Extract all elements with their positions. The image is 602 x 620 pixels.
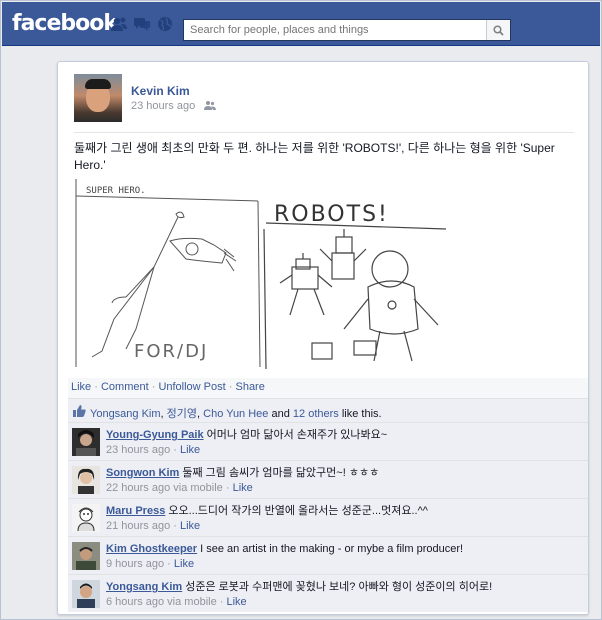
commenter-name[interactable]: Yongsang Kim: [106, 581, 182, 593]
post-card: Kevin Kim 23 hours ago 둘째가 그린 생애 최초의 만화 …: [57, 61, 589, 615]
likes-and-text: and: [271, 408, 290, 420]
comment-via: via mobile: [167, 596, 217, 608]
commenter-avatar[interactable]: [72, 542, 100, 570]
comment-like-link[interactable]: Like: [233, 482, 253, 494]
thumbs-up-icon: [73, 405, 86, 417]
top-bar: facebook: [2, 2, 600, 46]
comment-body: Young-Gyung Paik 어머나 엄마 닮아서 손재주가 있나봐요~ 2…: [106, 429, 388, 456]
comment-text: 오오...드디어 작가의 반열에 올라서는 성준군...멋져요..^^: [168, 505, 428, 517]
comment-body: Songwon Kim 둘째 그림 솜씨가 엄마를 닮았구먼~! ㅎㅎㅎ 22 …: [106, 467, 380, 494]
search-bar: [183, 19, 511, 41]
comment-text: 둘째 그림 솜씨가 엄마를 닮았구먼~! ㅎㅎㅎ: [182, 467, 380, 479]
page-frame: facebook Kevin Kim 23 hours ago 둘째가 그린 생…: [0, 0, 602, 620]
drawing-label-footer: FOR/DJ: [134, 341, 208, 362]
commenter-name[interactable]: Kim Ghostkeeper: [106, 543, 197, 555]
comment-like-link[interactable]: Like: [180, 444, 200, 456]
comment-body: Yongsang Kim 성준은 로봇과 수퍼맨에 꽂혔나 보네? 아빠와 형이…: [106, 581, 493, 608]
drawing-label-superhero: SUPER HERO.: [86, 186, 146, 196]
search-button[interactable]: [486, 20, 510, 40]
comment-body: Maru Press 오오...드디어 작가의 반열에 올라서는 성준군...멋…: [106, 505, 428, 532]
liker-name[interactable]: Cho Yun Hee: [203, 408, 268, 420]
comment-time[interactable]: 22 hours ago: [106, 482, 170, 494]
commenter-avatar[interactable]: [72, 580, 100, 608]
comment-item: Yongsang Kim 성준은 로봇과 수퍼맨에 꽂혔나 보네? 아빠와 형이…: [68, 574, 588, 612]
drawing-illustration: SUPER HERO. FOR/DJ ROBOTS!: [74, 179, 448, 371]
others-liked-link[interactable]: 12 others: [293, 408, 339, 420]
author-avatar[interactable]: [74, 74, 122, 122]
post-photo[interactable]: SUPER HERO. FOR/DJ ROBOTS!: [74, 179, 448, 371]
comment-item: Kim Ghostkeeper I see an artist in the m…: [68, 536, 588, 574]
commenter-name[interactable]: Maru Press: [106, 505, 165, 517]
feedback-section: Yongsang Kim, 정기영, Cho Yun Hee and 12 ot…: [68, 398, 588, 612]
comment-like-link[interactable]: Like: [180, 520, 200, 532]
comment-like-link[interactable]: Like: [226, 596, 246, 608]
post-message: 둘째가 그린 생애 최초의 만화 두 편. 하나는 저를 위한 'ROBOTS!…: [74, 141, 555, 172]
post-actions: Like · Comment · Unfollow Post · Share: [68, 378, 588, 398]
commenter-avatar[interactable]: [72, 504, 100, 532]
likes-suffix: like this.: [341, 408, 382, 420]
comment-like-link[interactable]: Like: [174, 558, 194, 570]
comment-time[interactable]: 23 hours ago: [106, 444, 170, 456]
author-name[interactable]: Kevin Kim: [131, 84, 190, 98]
commenter-avatar[interactable]: [72, 466, 100, 494]
comment-time[interactable]: 21 hours ago: [106, 520, 170, 532]
comment-text: 어머나 엄마 닮아서 손재주가 있나봐요~: [206, 429, 388, 441]
likes-summary: Yongsang Kim, 정기영, Cho Yun Hee and 12 ot…: [68, 398, 588, 422]
comment-link[interactable]: Comment: [101, 381, 149, 393]
audience-friends-icon[interactable]: [204, 100, 216, 111]
share-link[interactable]: Share: [235, 381, 264, 393]
search-icon: [493, 24, 504, 36]
commenter-name[interactable]: Young-Gyung Paik: [106, 429, 204, 441]
like-link[interactable]: Like: [71, 381, 91, 393]
divider: [74, 132, 574, 133]
drawing-label-robots: ROBOTS!: [274, 202, 389, 227]
liker-name[interactable]: Yongsang Kim: [90, 408, 161, 420]
post-timestamp[interactable]: 23 hours ago: [131, 100, 195, 112]
comment-item: Songwon Kim 둘째 그림 솜씨가 엄마를 닮았구먼~! ㅎㅎㅎ 22 …: [68, 460, 588, 498]
comment-item: Young-Gyung Paik 어머나 엄마 닮아서 손재주가 있나봐요~ 2…: [68, 422, 588, 460]
comment-item: Maru Press 오오...드디어 작가의 반열에 올라서는 성준군...멋…: [68, 498, 588, 536]
comment-text: 성준은 로봇과 수퍼맨에 꽂혔나 보네? 아빠와 형이 성준이의 히어로!: [185, 581, 493, 593]
comment-via: via mobile: [173, 482, 223, 494]
avatar-hair: [85, 79, 111, 89]
comment-time[interactable]: 9 hours ago: [106, 558, 164, 570]
commenter-avatar[interactable]: [72, 428, 100, 456]
search-input[interactable]: [184, 20, 480, 40]
notifications-globe-icon[interactable]: [156, 16, 174, 32]
unfollow-post-link[interactable]: Unfollow Post: [158, 381, 225, 393]
separator-dot: ·: [148, 381, 159, 393]
liker-name[interactable]: 정기영: [167, 408, 197, 420]
facebook-logo[interactable]: facebook: [12, 11, 118, 36]
messages-icon[interactable]: [133, 16, 151, 32]
comment-body: Kim Ghostkeeper I see an artist in the m…: [106, 543, 464, 570]
comment-time[interactable]: 6 hours ago: [106, 596, 164, 608]
friend-requests-icon[interactable]: [110, 16, 128, 32]
comment-text: I see an artist in the making - or mybe …: [200, 543, 464, 555]
commenter-name[interactable]: Songwon Kim: [106, 467, 179, 479]
separator-dot: ·: [91, 381, 101, 393]
